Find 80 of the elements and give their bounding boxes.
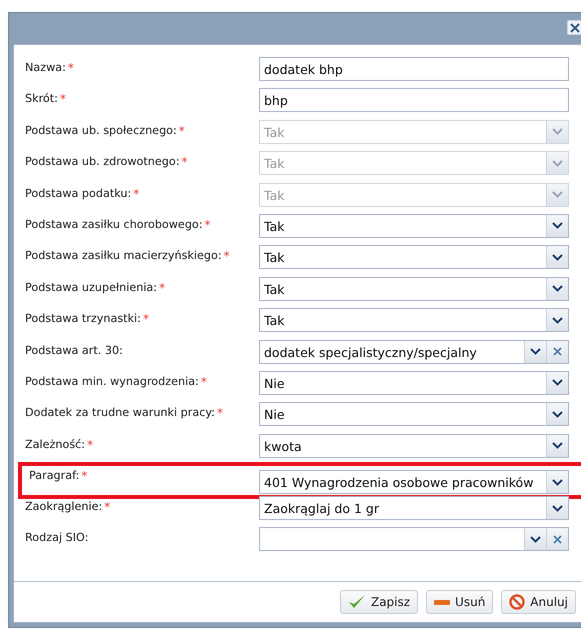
chevron-down-icon — [530, 348, 541, 356]
required-mark: * — [159, 280, 166, 295]
chevron-down-icon — [552, 160, 563, 167]
chevron-down-icon — [530, 536, 541, 543]
required-mark: * — [224, 249, 230, 264]
dropdown-button[interactable] — [546, 214, 568, 237]
field-label: Zaokrąglenie: — [25, 500, 102, 514]
dropdown-field[interactable]: Tak — [259, 308, 569, 332]
checkmark-icon — [348, 594, 366, 610]
chevron-down-icon — [552, 478, 563, 486]
field-label: Podstawa zasiłku macierzyńskiego: — [25, 249, 222, 262]
field-label: Nazwa: — [25, 61, 66, 74]
field-label: Podstawa ub. zdrowotnego: — [25, 155, 180, 168]
chevron-down-icon — [552, 410, 563, 418]
field-label: Paragraf: — [29, 469, 80, 482]
field-label: Zależność: — [25, 438, 86, 451]
dropdown-field[interactable]: Tak — [259, 276, 569, 301]
chevron-down-icon — [552, 222, 563, 230]
required-mark: * — [200, 374, 207, 389]
clear-icon — [553, 534, 562, 544]
dropdown-button[interactable] — [524, 528, 546, 550]
required-mark: * — [142, 312, 149, 326]
chevron-down-icon — [552, 379, 563, 386]
required-mark: * — [68, 61, 74, 75]
dropdown-button[interactable] — [546, 434, 568, 457]
required-mark: * — [60, 92, 66, 106]
dropdown-field[interactable]: Zaokrąglaj do 1 gr — [259, 496, 569, 520]
close-icon — [570, 22, 580, 32]
required-mark: * — [178, 124, 185, 138]
required-mark: * — [104, 500, 110, 514]
chevron-down-icon — [552, 285, 563, 292]
prohibited-icon — [509, 594, 526, 610]
required-mark: * — [181, 155, 188, 170]
dropdown-field[interactable]: Tak — [259, 245, 569, 270]
field-label: Podstawa min. wynagrodzenia: — [25, 374, 199, 388]
field-label: Rodzaj SIO: — [25, 531, 88, 544]
chevron-down-icon — [552, 191, 563, 198]
clear-button[interactable] — [546, 528, 568, 550]
required-mark: * — [216, 406, 223, 420]
dropdown-field[interactable] — [259, 527, 569, 552]
chevron-down-icon — [552, 128, 563, 136]
field-label: Podstawa podatku: — [25, 186, 132, 200]
field-label: Podstawa ub. społecznego: — [25, 124, 177, 137]
dropdown-button[interactable] — [546, 246, 568, 268]
text-field[interactable]: bhp — [259, 88, 569, 112]
dropdown-field[interactable]: 401 Wynagrodzenia osobowe pracowników — [259, 470, 569, 494]
required-mark: * — [87, 438, 94, 452]
clear-button[interactable] — [546, 340, 568, 363]
required-mark: * — [204, 218, 211, 232]
save-button[interactable]: Zapisz — [340, 590, 418, 614]
delete-button[interactable]: Usuń — [426, 590, 494, 614]
dropdown-button[interactable] — [546, 309, 568, 332]
field-label: Skrót: — [25, 92, 58, 106]
chevron-down-icon — [552, 504, 563, 512]
field-label: Podstawa trzynastki: — [25, 312, 141, 326]
dropdown-button[interactable] — [524, 340, 546, 363]
chevron-down-icon — [552, 254, 563, 261]
dropdown-button[interactable] — [546, 403, 568, 426]
dropdown-field[interactable]: kwota — [259, 434, 569, 458]
dropdown-button[interactable] — [546, 471, 568, 494]
dropdown-button[interactable] — [546, 497, 568, 520]
field-label: Podstawa art. 30: — [25, 344, 123, 357]
clear-icon — [553, 347, 562, 356]
required-mark: * — [133, 186, 140, 201]
field-label: Podstawa zasiłku chorobowego: — [25, 218, 203, 231]
field-label: Dodatek za trudne warunki pracy: — [25, 406, 215, 420]
chevron-down-icon — [552, 442, 563, 450]
dropdown-button[interactable] — [546, 372, 568, 394]
text-field[interactable]: dodatek bhp — [259, 57, 569, 81]
required-mark: * — [81, 469, 88, 484]
chevron-down-icon — [552, 316, 563, 324]
close-button[interactable] — [567, 20, 581, 35]
dropdown-button[interactable] — [546, 278, 568, 300]
cancel-button[interactable]: Anuluj — [501, 590, 576, 614]
dropdown-field[interactable]: Tak — [259, 214, 569, 238]
field-label: Podstawa uzupełnienia: — [25, 280, 158, 294]
dropdown-field[interactable]: Nie — [259, 402, 569, 426]
minus-icon — [434, 600, 450, 604]
dropdown-field[interactable]: Nie — [259, 370, 569, 395]
dropdown-field[interactable]: dodatek specjalistyczny/specjalny — [259, 340, 569, 364]
